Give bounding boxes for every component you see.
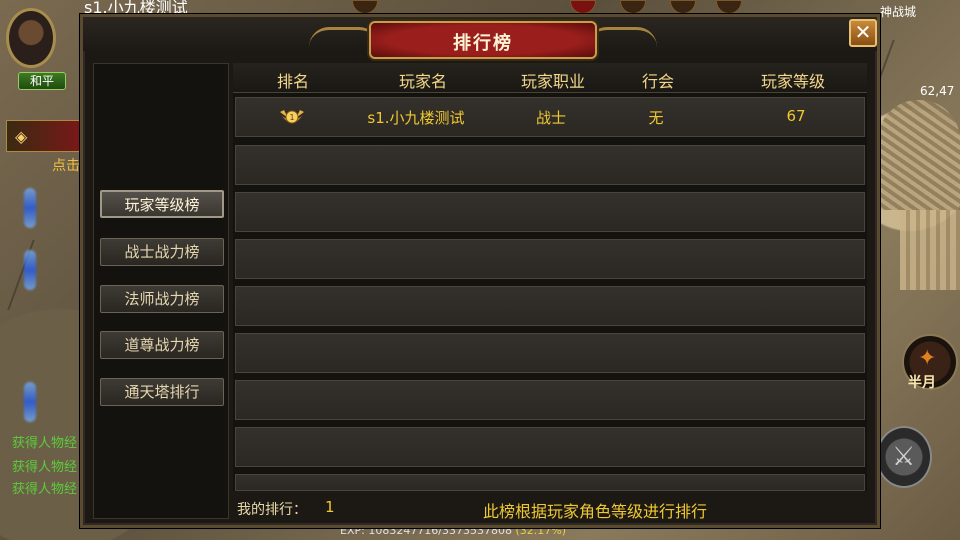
ranking-category-sidebar: 玩家等级榜 战士战力榜 法师战力榜 道尊战力榜 通天塔排行 xyxy=(93,63,229,519)
table-row-empty xyxy=(235,145,865,185)
tab-mage-power[interactable]: 法师战力榜 xyxy=(100,285,224,313)
table-row-empty xyxy=(235,286,865,326)
system-message: 获得人物经 xyxy=(12,460,78,475)
col-player-level: 玩家等级 xyxy=(760,72,825,91)
diamond-arrow-icon: ◈ xyxy=(15,127,28,146)
map-name: 神战城 xyxy=(880,5,917,19)
rank-number: 1 xyxy=(289,113,294,122)
table-header: 排名 玩家名 玩家职业 行会 玩家等级 xyxy=(233,63,867,93)
col-player-name: 玩家名 xyxy=(398,72,447,91)
cell-guild: 无 xyxy=(648,109,664,127)
skill-icon: ✦ xyxy=(918,346,937,371)
my-rank-label: 我的排行： xyxy=(237,502,307,518)
attack-button[interactable]: ⚔ xyxy=(876,426,932,488)
cell-player-level: 67 xyxy=(786,107,806,125)
pk-mode-badge[interactable]: 和平 xyxy=(18,72,66,90)
wooden-fence xyxy=(900,210,960,290)
col-player-class: 玩家职业 xyxy=(520,72,585,91)
lightning-effect xyxy=(24,382,36,422)
lightning-effect xyxy=(24,250,36,290)
task-tab[interactable]: ◈ xyxy=(6,120,82,152)
player-coords: 62,47 xyxy=(920,84,955,98)
table-row-empty xyxy=(235,380,865,420)
task-hint[interactable]: 点击 xyxy=(52,155,80,175)
close-button[interactable]: ✕ xyxy=(849,19,877,47)
cell-player-name: s1.小九楼测试 xyxy=(367,109,465,127)
table-row-empty xyxy=(235,474,865,491)
lightning-effect xyxy=(24,188,36,228)
sword-icon: ⚔ xyxy=(892,442,916,472)
table-row-empty xyxy=(235,427,865,467)
table-row-empty xyxy=(235,333,865,373)
ranking-rule-note: 此榜根据玩家角色等级进行排行 xyxy=(483,502,708,521)
my-rank-value: 1 xyxy=(325,498,335,516)
thatched-hut xyxy=(878,100,960,210)
skill-label: 半月 xyxy=(908,375,936,391)
player-avatar[interactable] xyxy=(6,8,56,68)
col-rank: 排名 xyxy=(276,72,309,91)
title-ornament xyxy=(587,27,657,47)
system-message: 获得人物经 xyxy=(12,436,78,451)
title-plate: 排行榜 xyxy=(369,21,597,59)
tab-player-level[interactable]: 玩家等级榜 xyxy=(100,190,224,218)
table-row[interactable]: 1 s1.小九楼测试 战士 无 67 xyxy=(235,97,865,137)
table-row-empty xyxy=(235,192,865,232)
cell-player-class: 战士 xyxy=(535,109,566,127)
tab-taoist-power[interactable]: 道尊战力榜 xyxy=(100,331,224,359)
ranking-panel: 排行榜 ✕ 玩家等级榜 战士战力榜 法师战力榜 道尊战力榜 通天塔排行 排名 玩… xyxy=(80,14,880,528)
table-row-empty xyxy=(235,239,865,279)
tab-warrior-power[interactable]: 战士战力榜 xyxy=(100,238,224,266)
rank-1-medal-icon: 1 xyxy=(280,110,304,124)
system-message: 获得人物经 xyxy=(12,482,78,497)
tab-tower-ranking[interactable]: 通天塔排行 xyxy=(100,378,224,406)
panel-title: 排行榜 xyxy=(453,33,513,54)
ranking-footer: 我的排行： 1 此榜根据玩家角色等级进行排行 xyxy=(233,495,867,523)
col-guild: 行会 xyxy=(641,72,674,91)
ranking-table: 排名 玩家名 玩家职业 行会 玩家等级 1 s1.小九楼测试 战士 无 67 xyxy=(233,63,867,491)
